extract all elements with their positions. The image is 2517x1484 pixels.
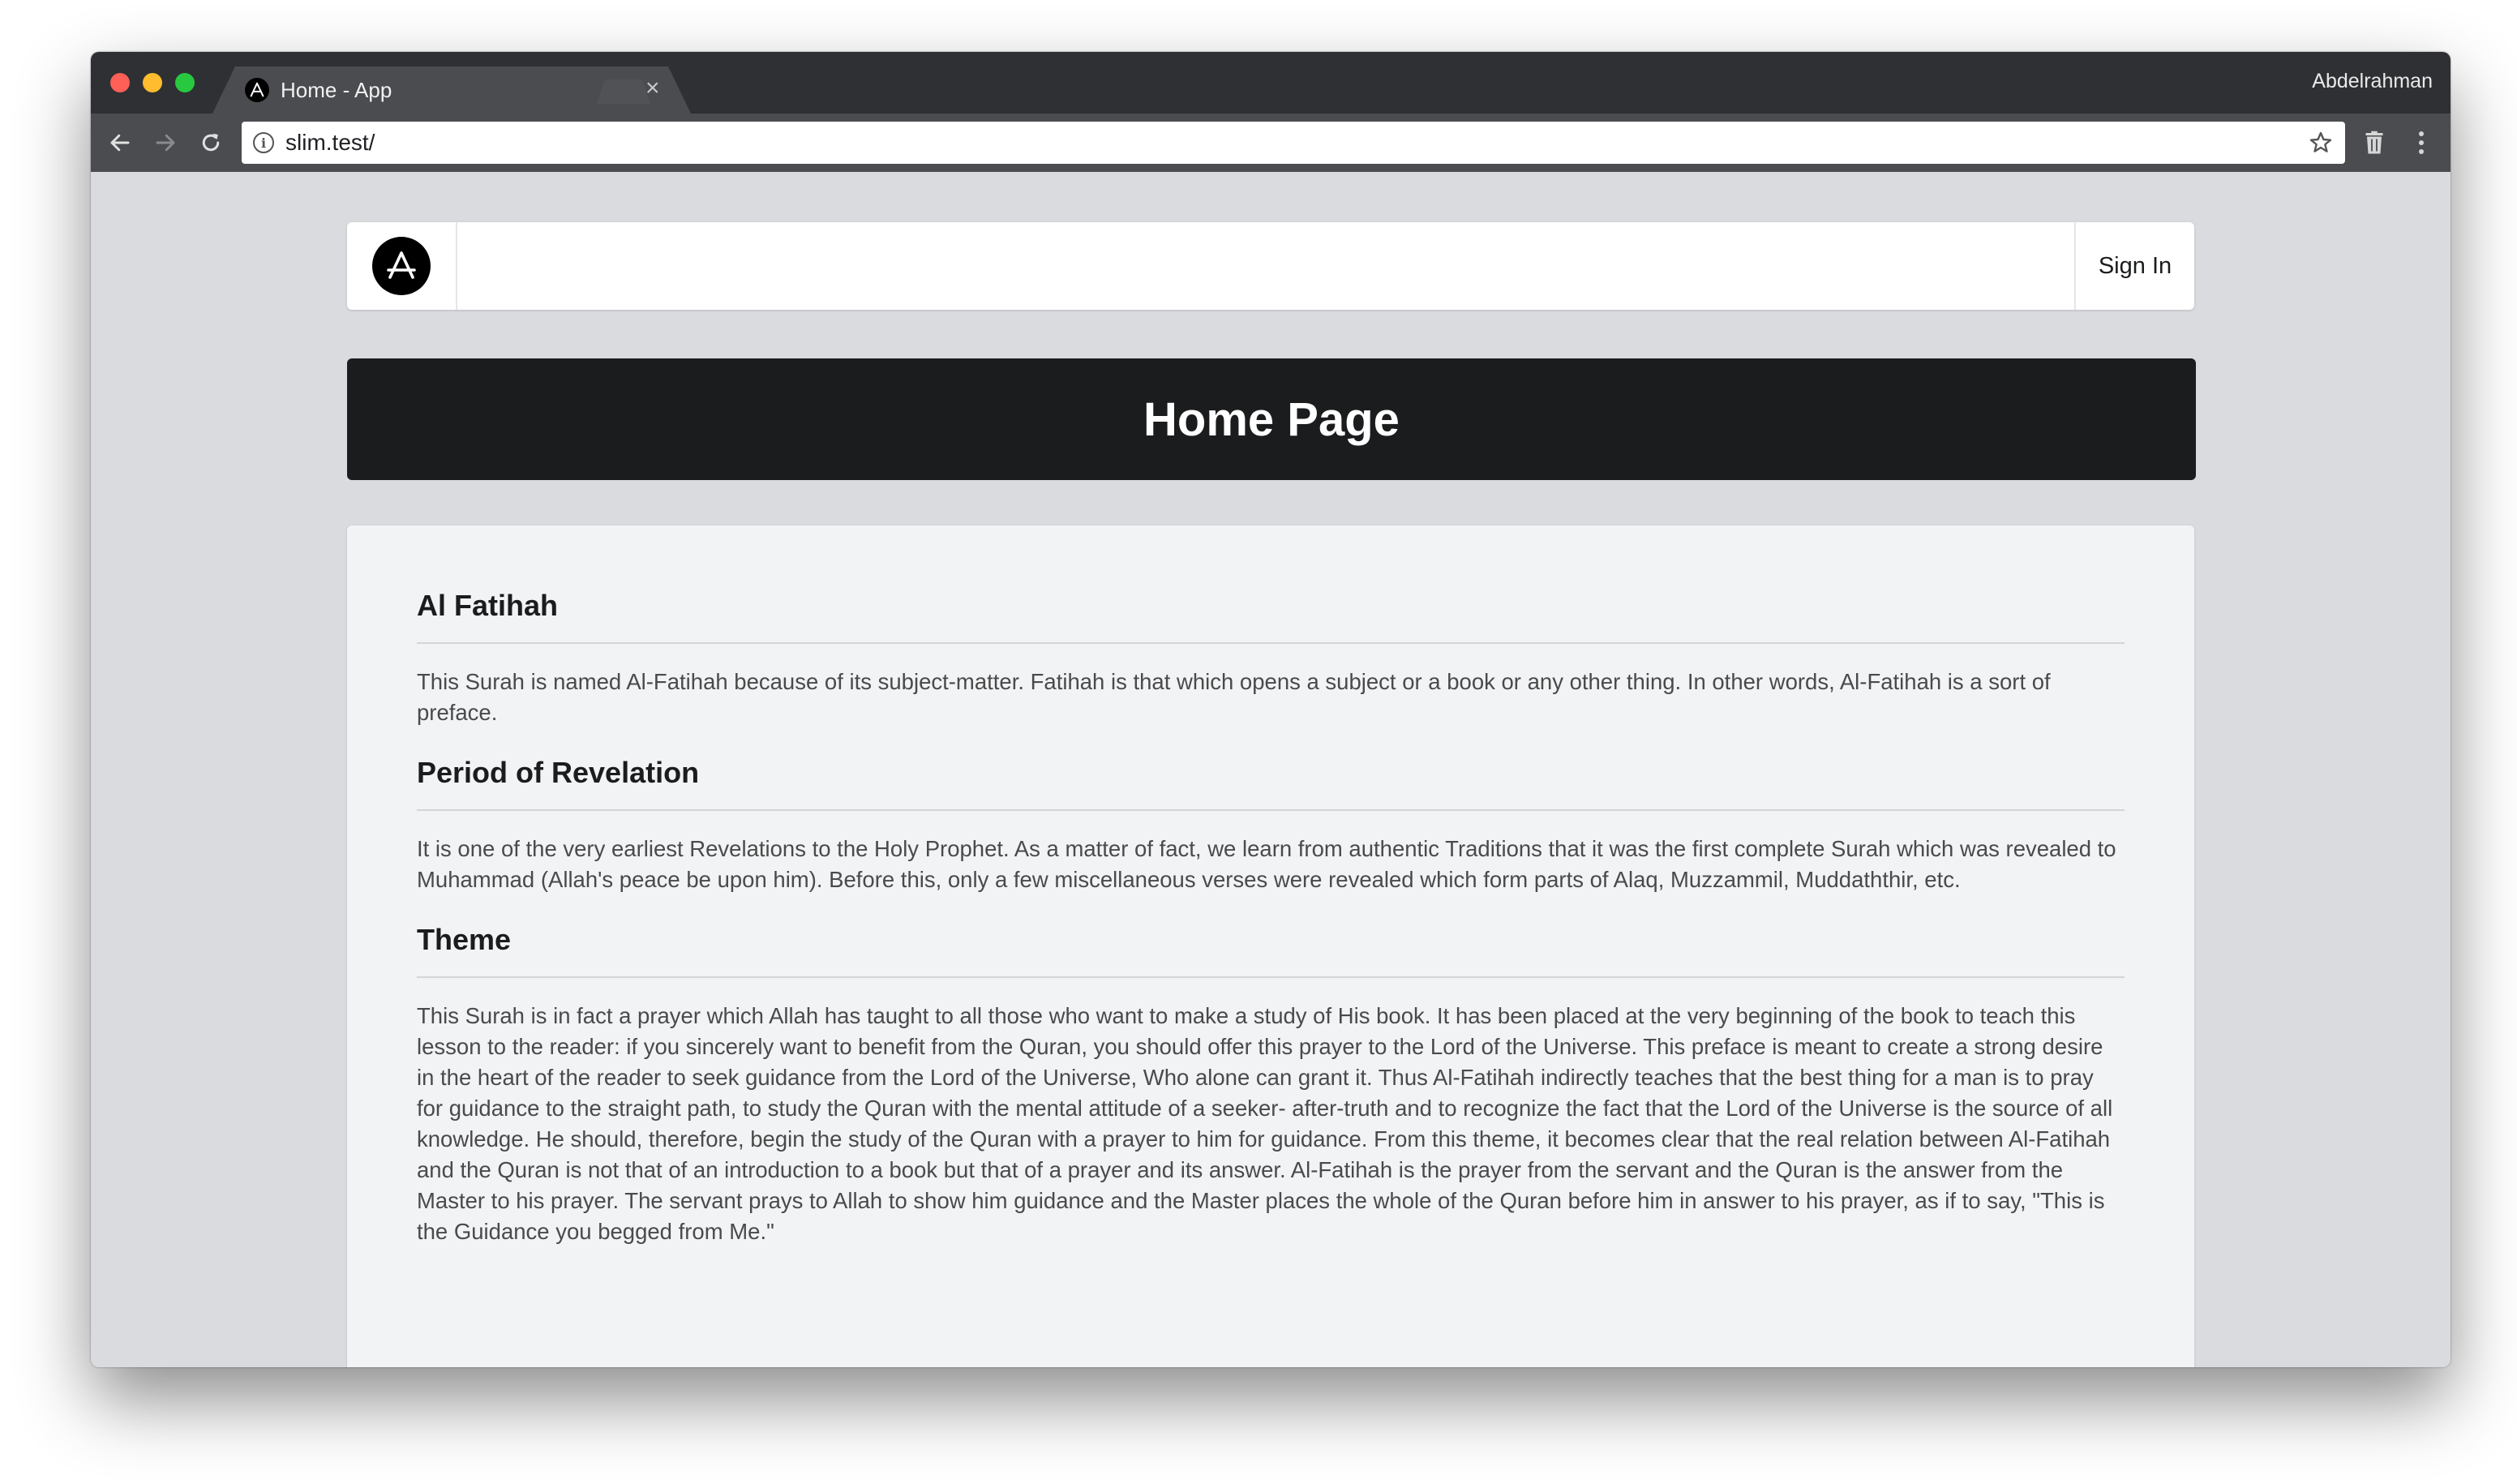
- page-title: Home Page: [1143, 392, 1400, 446]
- section-title: Period of Revelation: [417, 754, 2125, 811]
- section-body: This Surah is in fact a prayer which All…: [417, 1003, 2113, 1244]
- star-icon[interactable]: [2308, 130, 2334, 156]
- tab-title: Home - App: [281, 78, 392, 102]
- browser-toolbar: i slim.test/: [91, 114, 2451, 172]
- tab-strip: Home - App × Abdelrahman: [91, 52, 2451, 114]
- section-title: Theme: [417, 921, 2125, 978]
- section-body: It is one of the very earliest Revelatio…: [417, 836, 2116, 892]
- section-body: This Surah is named Al-Fatihah because o…: [417, 669, 2051, 725]
- app-logo-icon: [372, 237, 431, 295]
- site-logo[interactable]: [347, 222, 457, 310]
- zoom-window-icon[interactable]: [175, 73, 195, 92]
- address-bar[interactable]: i slim.test/: [242, 122, 2345, 164]
- page-viewport: Sign In Home Page Al Fatihah This Surah …: [91, 172, 2451, 1367]
- app-logo-icon: [245, 78, 269, 102]
- section-title: Al Fatihah: [417, 587, 2125, 644]
- browser-window: Home - App × Abdelrahman i slim.test/ Si…: [91, 52, 2451, 1367]
- new-tab-button[interactable]: [597, 79, 650, 104]
- back-arrow-icon[interactable]: [105, 128, 135, 157]
- sign-in-link[interactable]: Sign In: [2074, 222, 2194, 310]
- close-window-icon[interactable]: [110, 73, 130, 92]
- kebab-menu-icon[interactable]: [2407, 128, 2436, 157]
- site-navbar: Sign In: [347, 222, 2194, 310]
- profile-name[interactable]: Abdelrahman: [2312, 70, 2433, 93]
- minimize-window-icon[interactable]: [143, 73, 162, 92]
- reload-icon[interactable]: [196, 128, 225, 157]
- forward-arrow-icon[interactable]: [151, 128, 180, 157]
- url-text[interactable]: slim.test/: [285, 130, 375, 156]
- trash-icon[interactable]: [2360, 128, 2389, 157]
- page-header: Home Page: [347, 358, 2196, 480]
- content-card: Al Fatihah This Surah is named Al-Fatiha…: [347, 525, 2194, 1367]
- info-icon[interactable]: i: [253, 132, 274, 153]
